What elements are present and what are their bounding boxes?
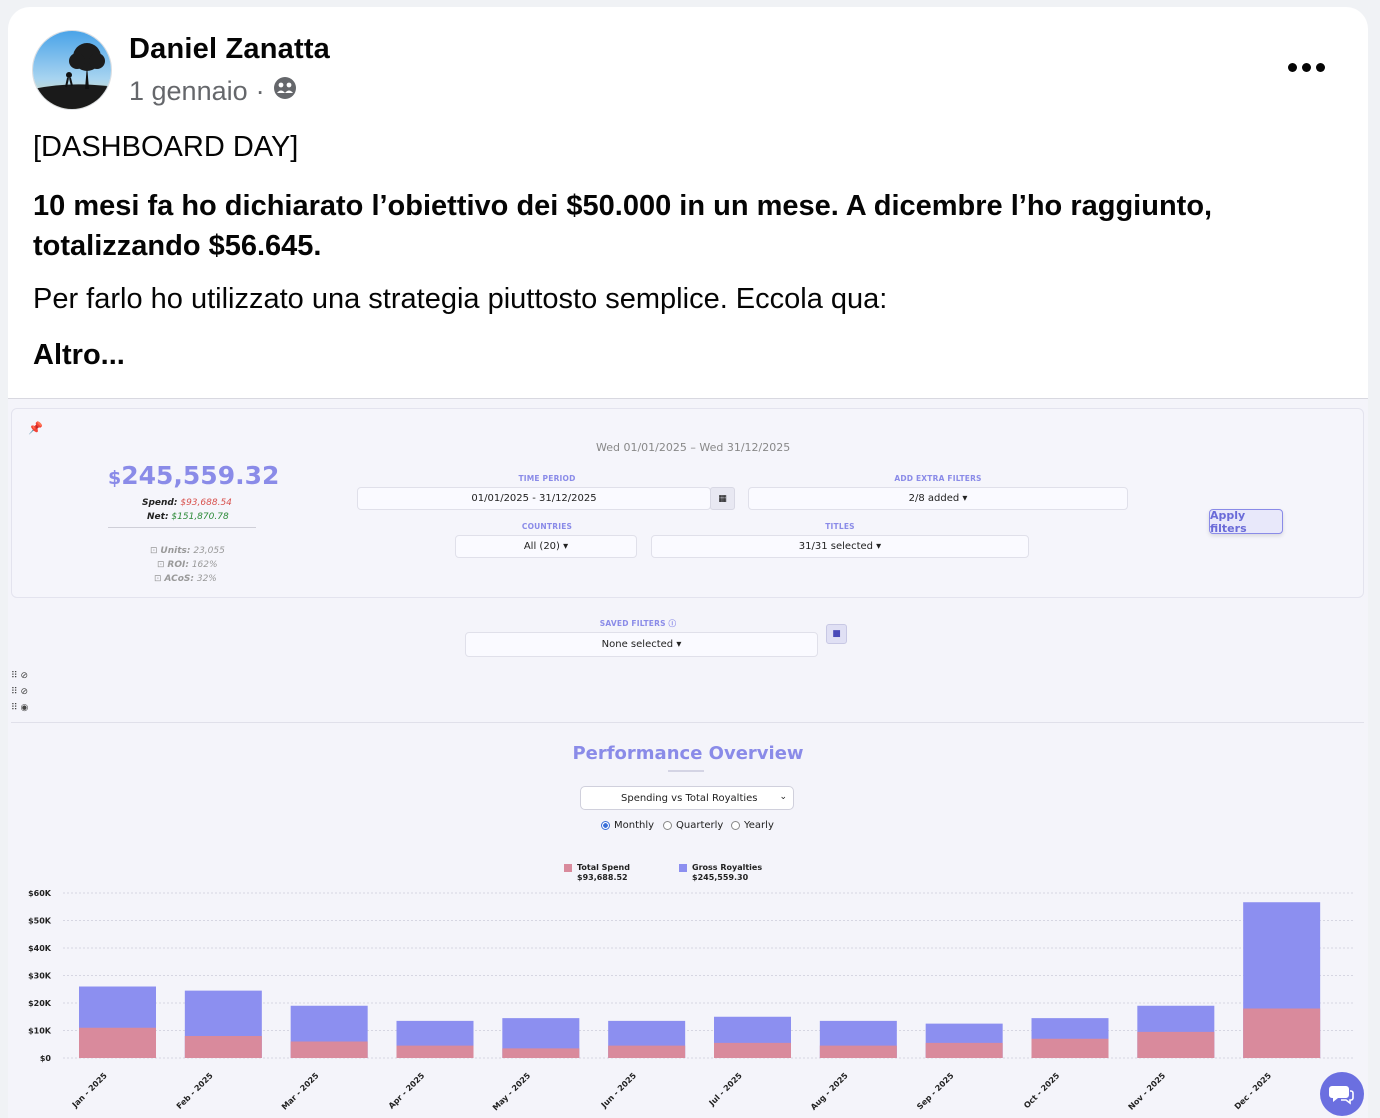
bar-total-spend bbox=[1243, 1008, 1321, 1058]
y-tick-label: $50K bbox=[28, 917, 52, 926]
dashboard-screenshot[interactable]: 📌 $245,559.32 Spend: $93,688.54 Net: $15… bbox=[8, 398, 1368, 1118]
x-tick-label: Sep - 2025 bbox=[915, 1071, 956, 1112]
titles-dropdown[interactable]: 31/31 selected ▾ bbox=[651, 535, 1029, 558]
avatar[interactable] bbox=[32, 30, 112, 110]
eye-icon[interactable]: ⠿ ◉ bbox=[11, 703, 28, 713]
avatar-image bbox=[33, 31, 111, 109]
bar-total-spend bbox=[1137, 1031, 1215, 1058]
legend-label: Gross Royalties bbox=[692, 863, 762, 872]
x-tick-label: Mar - 2025 bbox=[280, 1071, 321, 1112]
chart-type-select[interactable]: Spending vs Total Royalties ⌄ bbox=[580, 786, 794, 810]
acos-line: ⊡ ACoS: 32% bbox=[154, 574, 217, 584]
post-meta: 1 gennaio · bbox=[129, 76, 297, 107]
legend-value: $93,688.52 bbox=[577, 873, 628, 882]
y-tick-label: $10K bbox=[28, 1027, 52, 1036]
calendar-icon[interactable]: ▦ bbox=[710, 487, 735, 510]
bar-total-spend bbox=[1031, 1038, 1109, 1058]
titles-label: TITLES bbox=[825, 522, 855, 531]
pin-icon: 📌 bbox=[28, 421, 43, 435]
x-tick-label: May - 2025 bbox=[491, 1071, 533, 1113]
chevron-down-icon: ⌄ bbox=[779, 792, 787, 802]
author-name[interactable]: Daniel Zanatta bbox=[129, 33, 330, 66]
saved-filters-label: SAVED FILTERS ⓘ bbox=[599, 619, 677, 628]
y-tick-label: $0 bbox=[40, 1054, 52, 1063]
post-card: Daniel Zanatta 1 gennaio · [DASHBOARD DA… bbox=[8, 7, 1368, 1118]
net-line: Net: $151,870.78 bbox=[147, 512, 229, 522]
more-options-icon[interactable] bbox=[1288, 58, 1330, 76]
save-icon[interactable]: ■ bbox=[826, 624, 847, 644]
bar-total-spend bbox=[396, 1045, 474, 1058]
post-text-1: [DASHBOARD DAY] bbox=[33, 131, 299, 163]
x-tick-label: Jun - 2025 bbox=[599, 1071, 639, 1111]
x-tick-label: Dec - 2025 bbox=[1233, 1071, 1274, 1112]
total-royalties: $245,559.32 bbox=[108, 461, 280, 490]
bar-total-spend bbox=[290, 1041, 368, 1058]
post-date[interactable]: 1 gennaio bbox=[129, 76, 248, 107]
bar-total-spend bbox=[819, 1045, 897, 1058]
bar-total-spend bbox=[79, 1027, 156, 1058]
stats-divider bbox=[108, 527, 256, 528]
apply-filters-button[interactable]: Apply filters bbox=[1209, 509, 1283, 535]
title-underline bbox=[668, 770, 704, 772]
units-line: ⊡ Units: 23,055 bbox=[150, 546, 225, 556]
eye-slash-icon[interactable]: ⠿ ⊘ bbox=[11, 671, 28, 681]
bar-total-spend bbox=[184, 1036, 262, 1058]
x-tick-label: Oct - 2025 bbox=[1022, 1071, 1062, 1111]
extra-filters-label: ADD EXTRA FILTERS bbox=[894, 474, 982, 483]
radio-monthly[interactable]: Monthly bbox=[601, 820, 654, 831]
date-range: Wed 01/01/2025 – Wed 31/12/2025 bbox=[596, 441, 791, 454]
chat-icon[interactable] bbox=[1320, 1072, 1364, 1116]
bar-total-spend bbox=[502, 1048, 580, 1058]
y-tick-label: $40K bbox=[28, 944, 52, 953]
bar-total-spend bbox=[608, 1045, 686, 1058]
radio-quarterly[interactable]: Quarterly bbox=[663, 820, 723, 831]
post-text-2: 10 mesi fa ho dichiarato l’obiettivo dei… bbox=[33, 190, 1213, 262]
section-divider bbox=[11, 722, 1364, 723]
roi-line: ⊡ ROI: 162% bbox=[157, 560, 218, 570]
legend-swatch bbox=[564, 864, 572, 872]
saved-filters-dropdown[interactable]: None selected ▾ bbox=[465, 632, 818, 657]
x-tick-label: Nov - 2025 bbox=[1127, 1071, 1168, 1112]
eye-slash-icon[interactable]: ⠿ ⊘ bbox=[11, 687, 28, 697]
bar-total-spend bbox=[925, 1042, 1003, 1058]
bar-total-spend bbox=[714, 1042, 791, 1058]
performance-title: Performance Overview bbox=[572, 743, 804, 764]
see-more-link[interactable]: Altro... bbox=[33, 339, 125, 372]
extra-filters-dropdown[interactable]: 2/8 added ▾ bbox=[748, 487, 1128, 510]
legend-label: Total Spend bbox=[577, 863, 630, 872]
x-tick-label: Aug - 2025 bbox=[809, 1071, 850, 1112]
friends-icon bbox=[273, 76, 297, 107]
time-period-label: TIME PERIOD bbox=[518, 474, 576, 483]
performance-chart: $0 $10K $20K $30K $40K $50K $60K Total Spend$93… bbox=[28, 863, 1353, 1113]
spend-line: Spend: $93,688.54 bbox=[142, 498, 232, 508]
legend-swatch bbox=[679, 864, 687, 872]
time-period-input[interactable]: 01/01/2025 - 31/12/2025 bbox=[357, 487, 711, 510]
countries-dropdown[interactable]: All (20) ▾ bbox=[455, 535, 637, 558]
countries-label: COUNTRIES bbox=[521, 522, 573, 531]
meta-separator: · bbox=[255, 76, 265, 106]
x-tick-label: Feb - 2025 bbox=[175, 1071, 215, 1111]
legend-value: $245,559.30 bbox=[692, 873, 749, 882]
y-tick-label: $20K bbox=[28, 999, 52, 1008]
x-tick-label: Apr - 2025 bbox=[387, 1071, 427, 1111]
x-tick-label: Jul - 2025 bbox=[707, 1071, 744, 1108]
x-tick-label: Jan - 2025 bbox=[70, 1071, 109, 1110]
post-text-3: Per farlo ho utilizzato una strategia pi… bbox=[33, 283, 888, 315]
y-tick-label: $60K bbox=[28, 889, 52, 898]
radio-yearly[interactable]: Yearly bbox=[731, 820, 774, 831]
y-tick-label: $30K bbox=[28, 972, 52, 981]
